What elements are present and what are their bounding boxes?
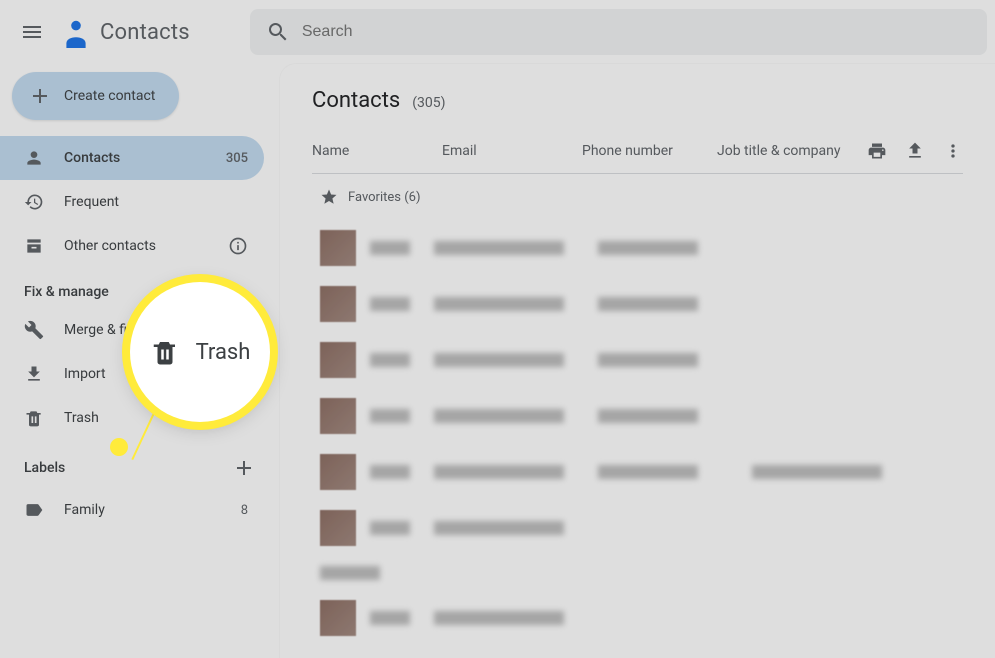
- page-title: Contacts: [312, 88, 400, 113]
- app-title: Contacts: [100, 20, 190, 45]
- trash-icon: [150, 337, 180, 367]
- sidebar-frequent-label: Frequent: [64, 194, 119, 210]
- callout-anchor-dot: [110, 438, 128, 456]
- col-job[interactable]: Job title & company: [717, 143, 867, 159]
- app-header: Contacts: [0, 0, 995, 64]
- sidebar-item-frequent[interactable]: Frequent: [0, 180, 264, 224]
- favorites-section-header: Favorites (6): [312, 174, 963, 220]
- avatar: [320, 398, 356, 434]
- sidebar-merge-label: Merge & fix: [64, 322, 134, 338]
- search-input[interactable]: [302, 23, 971, 41]
- sidebar-contacts-label: Contacts: [64, 150, 120, 166]
- info-icon-button[interactable]: [228, 236, 248, 256]
- label-icon: [24, 500, 44, 520]
- avatar: [320, 510, 356, 546]
- hamburger-icon: [20, 20, 44, 44]
- avatar: [320, 286, 356, 322]
- sidebar-item-other-contacts[interactable]: Other contacts: [0, 224, 264, 268]
- download-icon: [24, 364, 44, 384]
- contact-row[interactable]: [312, 590, 963, 646]
- col-name[interactable]: Name: [312, 143, 442, 159]
- plus-icon: [28, 84, 52, 108]
- trash-icon: [24, 408, 44, 428]
- create-contact-label: Create contact: [64, 88, 155, 104]
- contact-row[interactable]: [312, 220, 963, 276]
- search-bar[interactable]: [250, 9, 987, 55]
- header-actions: [867, 141, 963, 161]
- create-contact-button[interactable]: Create contact: [12, 72, 179, 120]
- search-container: [250, 9, 987, 55]
- archive-icon: [24, 236, 44, 256]
- avatar: [320, 454, 356, 490]
- main-content: Contacts (305) Name Email Phone number J…: [280, 64, 995, 658]
- sidebar-import-label: Import: [64, 366, 106, 382]
- search-icon: [266, 20, 290, 44]
- add-label-button[interactable]: [232, 456, 256, 480]
- callout-label: Trash: [196, 340, 251, 365]
- contact-row[interactable]: [312, 276, 963, 332]
- avatar: [320, 230, 356, 266]
- merge-icon: [24, 320, 44, 340]
- hamburger-menu-button[interactable]: [8, 8, 56, 56]
- col-email[interactable]: Email: [442, 143, 582, 159]
- contacts-logo-icon: [60, 16, 92, 48]
- star-icon: [320, 188, 338, 206]
- sidebar-item-contacts[interactable]: Contacts 305: [0, 136, 264, 180]
- plus-icon: [232, 456, 256, 480]
- labels-header: Labels: [0, 440, 280, 488]
- favorites-label: Favorites (6): [348, 190, 421, 205]
- column-headers: Name Email Phone number Job title & comp…: [312, 129, 963, 174]
- contact-row[interactable]: [312, 332, 963, 388]
- sidebar-trash-label: Trash: [64, 410, 99, 426]
- avatar: [320, 342, 356, 378]
- sidebar-family-count: 8: [241, 503, 248, 518]
- contact-row[interactable]: [312, 500, 963, 556]
- highlight-callout: Trash: [130, 282, 270, 422]
- contact-row[interactable]: [312, 556, 963, 590]
- app-logo[interactable]: Contacts: [56, 16, 190, 48]
- history-icon: [24, 192, 44, 212]
- contact-row[interactable]: [312, 388, 963, 444]
- person-icon: [24, 148, 44, 168]
- avatar: [320, 600, 356, 636]
- export-icon[interactable]: [905, 141, 925, 161]
- sidebar-family-label: Family: [64, 502, 105, 518]
- print-icon[interactable]: [867, 141, 887, 161]
- sidebar-label-family[interactable]: Family 8: [0, 488, 264, 532]
- page-header: Contacts (305): [312, 88, 963, 113]
- sidebar-contacts-count: 305: [226, 151, 248, 166]
- contact-row[interactable]: [312, 444, 963, 500]
- sidebar-other-label: Other contacts: [64, 238, 156, 254]
- more-vert-icon[interactable]: [943, 141, 963, 161]
- col-phone[interactable]: Phone number: [582, 143, 717, 159]
- page-count: (305): [412, 95, 445, 111]
- info-icon: [228, 236, 248, 256]
